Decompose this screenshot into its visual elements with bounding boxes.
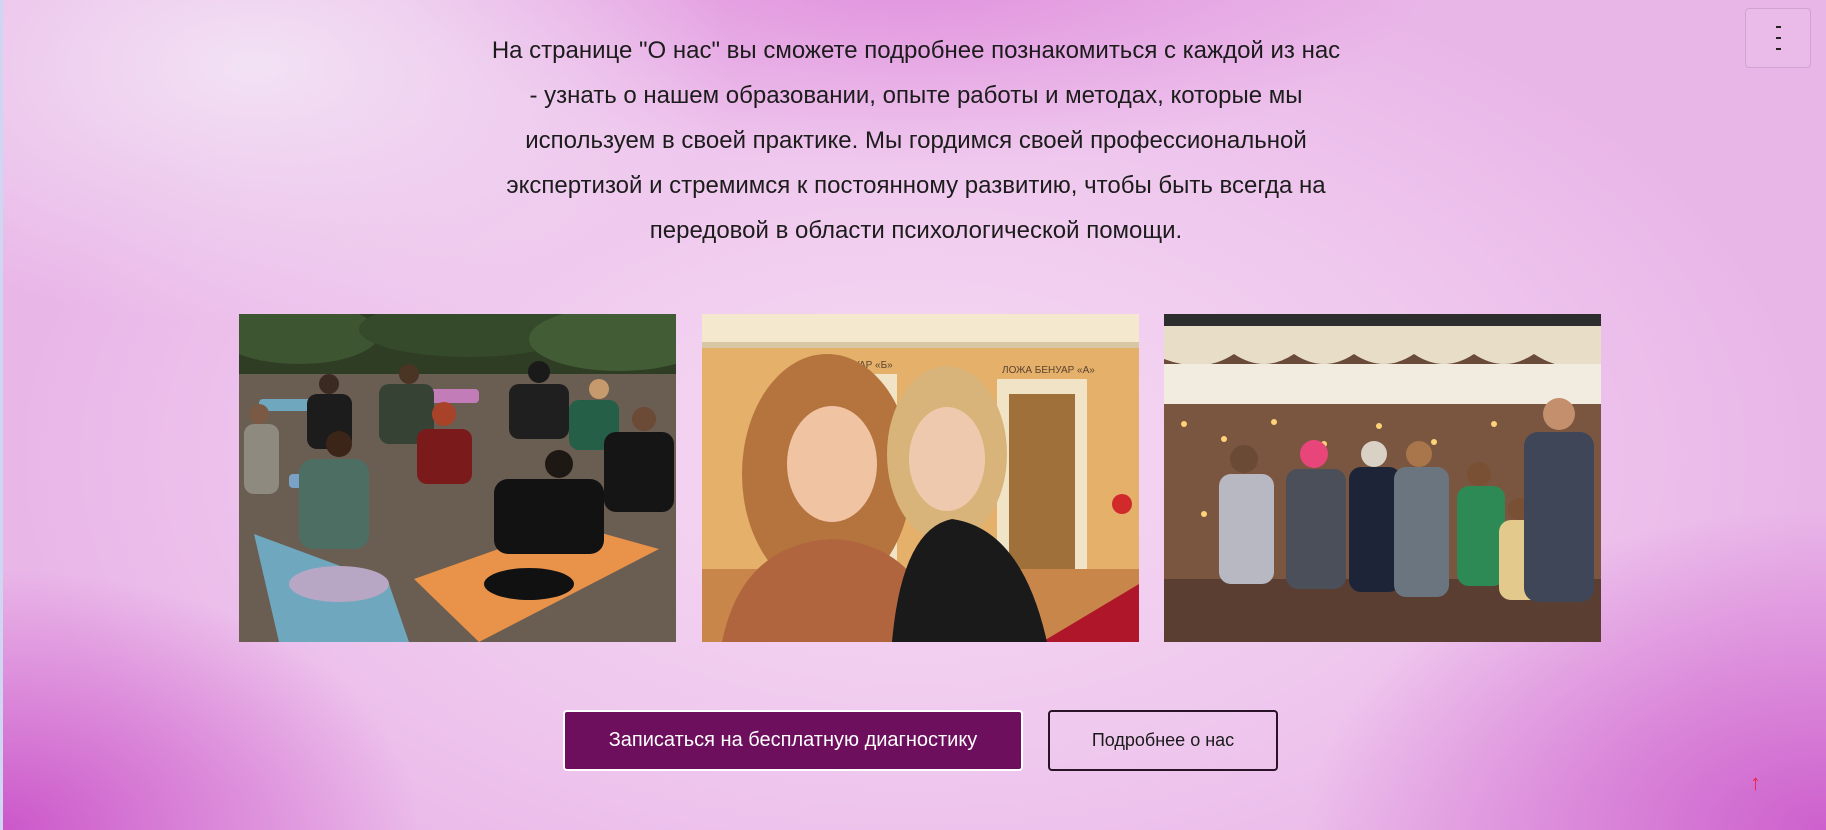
gallery-photo-group	[1164, 314, 1601, 642]
gallery-photo-group-session	[239, 314, 676, 642]
menu-button[interactable]	[1745, 8, 1811, 68]
intro-text: На странице "О нас" вы сможете подробнее…	[491, 37, 1341, 244]
scroll-to-top-button[interactable]: ↑	[1750, 772, 1761, 794]
vertical-menu-icon	[1773, 25, 1783, 51]
selfie-photo: ЛОЖА БЕНУАР «Б» ЛОЖА БЕНУАР «А»	[702, 314, 1139, 642]
page-left-edge	[0, 0, 3, 830]
group-photo	[1164, 314, 1601, 642]
gallery-photo-selfie: ЛОЖА БЕНУАР «Б» ЛОЖА БЕНУАР «А»	[702, 314, 1139, 642]
theatre-sign-right: ЛОЖА БЕНУАР «А»	[1002, 365, 1095, 376]
arrow-up-icon: ↑	[1750, 770, 1761, 795]
free-diagnostics-button[interactable]: Записаться на бесплатную диагностику	[563, 710, 1023, 771]
group-session-photo	[239, 314, 676, 642]
about-us-button[interactable]: Подробнее о нас	[1048, 710, 1278, 771]
